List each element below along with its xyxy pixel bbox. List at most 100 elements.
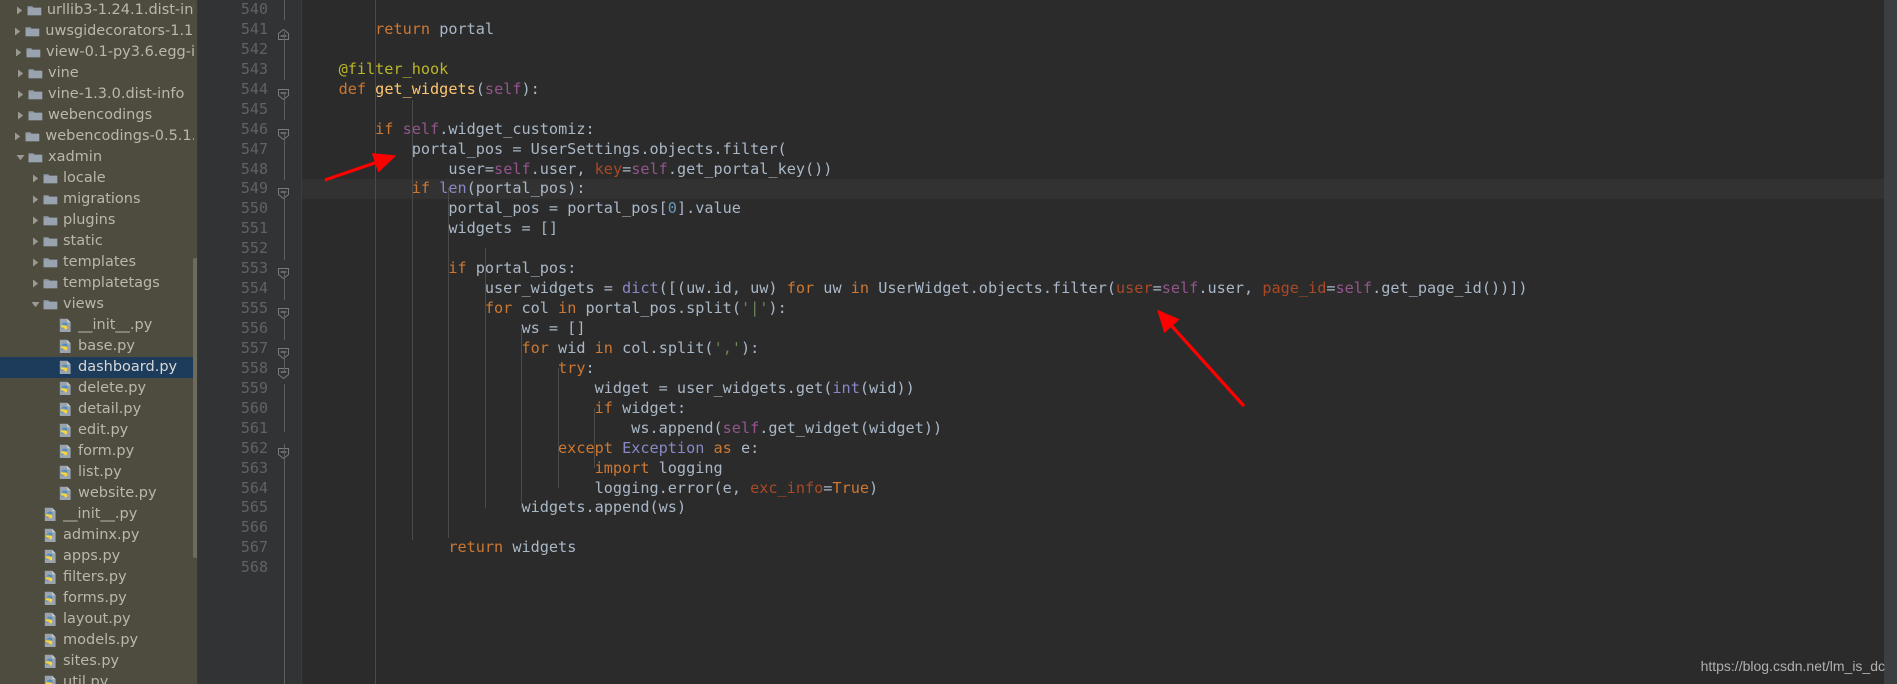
tree-item-webencodings[interactable]: webencodings xyxy=(0,105,198,126)
tree-item-uwsgidecorators-1-1-0-py[interactable]: uwsgidecorators-1.1.0-py xyxy=(0,21,198,42)
tree-item-webencodings-0-5-1-dist-[interactable]: webencodings-0.5.1.dist- xyxy=(0,126,198,147)
tree-item-locale[interactable]: locale xyxy=(0,168,198,189)
chevron-right-icon[interactable] xyxy=(29,189,42,210)
tree-item-label: __init__.py xyxy=(63,506,138,522)
code-line-547[interactable]: portal_pos = UserSettings.objects.filter… xyxy=(302,140,1897,160)
tree-item-dashboard-py[interactable]: dashboard.py xyxy=(0,357,198,378)
editor-vertical-scrollbar[interactable] xyxy=(1884,0,1897,684)
code-content[interactable]: return portal @filter_hook def get_widge… xyxy=(302,0,1897,684)
tree-item-layout-py[interactable]: layout.py xyxy=(0,609,198,630)
code-line-565[interactable]: widgets.append(ws) xyxy=(302,498,1897,518)
tree-item-label: delete.py xyxy=(78,380,147,396)
folder-icon xyxy=(24,21,41,42)
tree-item-xadmin[interactable]: xadmin xyxy=(0,147,198,168)
code-line-541[interactable]: return portal xyxy=(302,20,1897,40)
code-line-549[interactable]: if len(portal_pos): xyxy=(302,179,1897,200)
tree-item-models-py[interactable]: models.py xyxy=(0,630,198,651)
code-line-563[interactable]: import logging xyxy=(302,459,1897,479)
tree-item-adminx-py[interactable]: adminx.py xyxy=(0,525,198,546)
tree-item-vine[interactable]: vine xyxy=(0,63,198,84)
tree-item-view-0-1-py3-6-egg-info[interactable]: view-0.1-py3.6.egg-info xyxy=(0,42,198,63)
tree-item-label: templatetags xyxy=(63,275,160,291)
tree-item-label: detail.py xyxy=(78,401,142,417)
chevron-down-icon[interactable] xyxy=(29,294,42,315)
code-line-548[interactable]: user=self.user, key=self.get_portal_key(… xyxy=(302,160,1897,180)
code-line-566[interactable] xyxy=(302,518,1897,538)
code-line-544[interactable]: def get_widgets(self): xyxy=(302,80,1897,100)
line-number: 547 xyxy=(240,139,268,158)
code-line-564[interactable]: logging.error(e, exc_info=True) xyxy=(302,479,1897,499)
chevron-right-icon[interactable] xyxy=(12,42,25,63)
tree-item-label: apps.py xyxy=(63,548,121,564)
chevron-right-icon[interactable] xyxy=(29,210,42,231)
tree-item-label: migrations xyxy=(63,191,141,207)
tree-item-migrations[interactable]: migrations xyxy=(0,189,198,210)
fold-row xyxy=(274,459,300,479)
tree-item--init-py[interactable]: __init__.py xyxy=(0,504,198,525)
tree-item-util-py[interactable]: util.py xyxy=(0,672,198,684)
tree-item-templatetags[interactable]: templatetags xyxy=(0,273,198,294)
code-line-558[interactable]: try: xyxy=(302,359,1897,379)
code-line-555[interactable]: for col in portal_pos.split('|'): xyxy=(302,299,1897,319)
tree-item-sites-py[interactable]: sites.py xyxy=(0,651,198,672)
chevron-right-icon[interactable] xyxy=(14,105,27,126)
tree-item-list-py[interactable]: list.py xyxy=(0,462,198,483)
tree-item-website-py[interactable]: website.py xyxy=(0,483,198,504)
chevron-right-icon[interactable] xyxy=(29,231,42,252)
fold-row xyxy=(274,419,300,439)
tree-item-filters-py[interactable]: filters.py xyxy=(0,567,198,588)
tree-item-templates[interactable]: templates xyxy=(0,252,198,273)
tree-item-edit-py[interactable]: edit.py xyxy=(0,420,198,441)
code-folding-column[interactable] xyxy=(274,0,300,684)
code-line-550[interactable]: portal_pos = portal_pos[0].value xyxy=(302,199,1897,219)
tree-item-apps-py[interactable]: apps.py xyxy=(0,546,198,567)
tree-item-urllib3-1-24-1-dist-info[interactable]: urllib3-1.24.1.dist-info xyxy=(0,0,198,21)
code-line-560[interactable]: if widget: xyxy=(302,399,1897,419)
chevron-right-icon[interactable] xyxy=(11,21,24,42)
tree-item-static[interactable]: static xyxy=(0,231,198,252)
code-line-567[interactable]: return widgets xyxy=(302,538,1897,558)
chevron-right-icon[interactable] xyxy=(14,63,27,84)
tree-item-form-py[interactable]: form.py xyxy=(0,441,198,462)
line-number: 550 xyxy=(240,199,268,218)
tree-item-views[interactable]: views xyxy=(0,294,198,315)
python-file-icon xyxy=(42,546,59,567)
chevron-right-icon[interactable] xyxy=(29,252,42,273)
tree-item-forms-py[interactable]: forms.py xyxy=(0,588,198,609)
code-line-553[interactable]: if portal_pos: xyxy=(302,259,1897,279)
chevron-right-icon[interactable] xyxy=(14,84,27,105)
chevron-right-icon[interactable] xyxy=(13,0,26,21)
chevron-down-icon[interactable] xyxy=(14,147,27,168)
code-line-562[interactable]: except Exception as e: xyxy=(302,439,1897,459)
code-editor[interactable]: 540 541 542 543 544 545 546 547 548 549 550 551 552 5… xyxy=(198,0,1897,684)
tree-item-base-py[interactable]: base.py xyxy=(0,336,198,357)
tree-item-delete-py[interactable]: delete.py xyxy=(0,378,198,399)
chevron-right-icon[interactable] xyxy=(29,168,42,189)
chevron-right-icon[interactable] xyxy=(11,126,24,147)
code-line-552[interactable] xyxy=(302,239,1897,259)
tree-item-plugins[interactable]: plugins xyxy=(0,210,198,231)
code-line-551[interactable]: widgets = [] xyxy=(302,219,1897,239)
code-line-559[interactable]: widget = user_widgets.get(int(wid)) xyxy=(302,379,1897,399)
tree-item-label: filters.py xyxy=(63,569,127,585)
code-line-542[interactable] xyxy=(302,40,1897,60)
code-line-556[interactable]: ws = [] xyxy=(302,319,1897,339)
code-line-554[interactable]: user_widgets = dict([(uw.id, uw) for uw … xyxy=(302,279,1897,299)
project-tree-panel[interactable]: urllib3-1.24.1.dist-info uwsgidecorators-… xyxy=(0,0,198,684)
tree-item-vine-1-3-0-dist-info[interactable]: vine-1.3.0.dist-info xyxy=(0,84,198,105)
tree-item--init-py[interactable]: __init__.py xyxy=(0,315,198,336)
tree-item-detail-py[interactable]: detail.py xyxy=(0,399,198,420)
chevron-right-icon[interactable] xyxy=(29,273,42,294)
indent-guide xyxy=(484,248,486,508)
code-line-540[interactable] xyxy=(302,0,1897,20)
code-line-561[interactable]: ws.append(self.get_widget(widget)) xyxy=(302,419,1897,439)
project-tree[interactable]: urllib3-1.24.1.dist-info uwsgidecorators-… xyxy=(0,0,198,684)
code-line-557[interactable]: for wid in col.split(','): xyxy=(302,339,1897,359)
code-line-568[interactable] xyxy=(302,558,1897,578)
code-line-543[interactable]: @filter_hook xyxy=(302,60,1897,80)
code-line-546[interactable]: if self.widget_customiz: xyxy=(302,120,1897,140)
code-line-545[interactable] xyxy=(302,100,1897,120)
